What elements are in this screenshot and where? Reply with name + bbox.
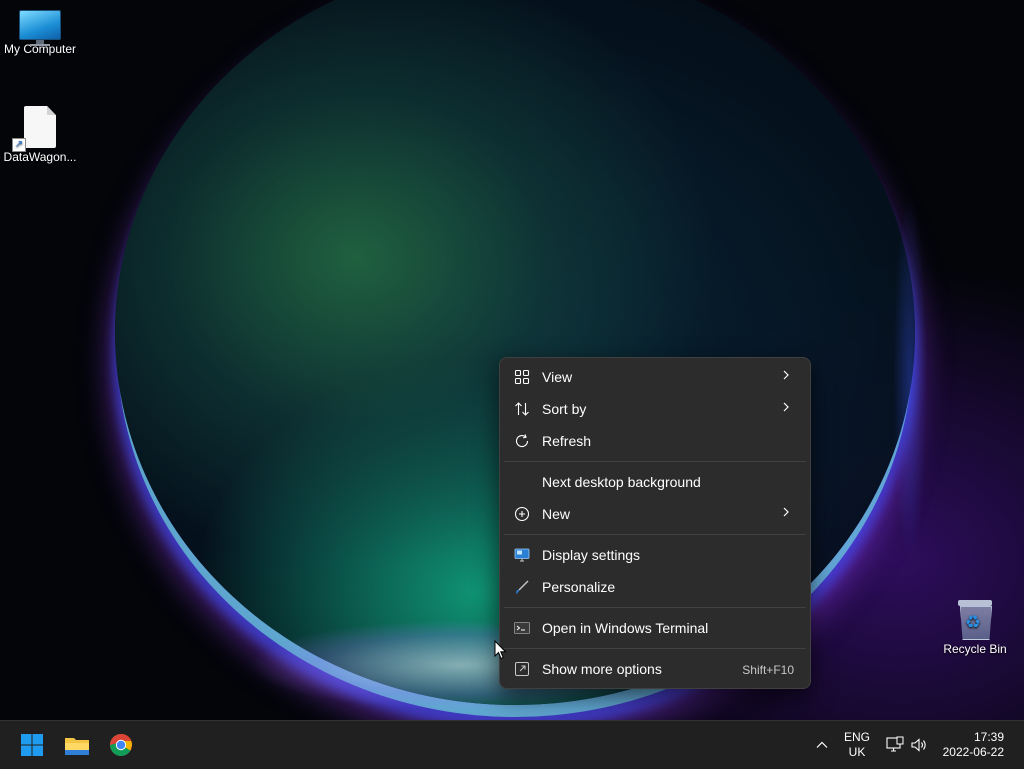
menu-item-personalize[interactable]: Personalize <box>504 572 806 602</box>
language-region: UK <box>848 745 866 759</box>
menu-separator <box>504 461 806 462</box>
menu-item-next-desktop-background[interactable]: Next desktop background <box>504 467 806 497</box>
windows-logo-icon <box>21 734 43 756</box>
menu-item-display-settings[interactable]: Display settings <box>504 540 806 570</box>
wallpaper-rim <box>880 120 940 640</box>
menu-item-sort-by[interactable]: Sort by <box>504 394 806 424</box>
network-icon[interactable] <box>886 736 904 754</box>
brush-icon <box>516 580 529 594</box>
chevron-right-icon <box>783 370 789 380</box>
menu-item-label: Refresh <box>542 433 592 449</box>
desktop-icon-datawagon[interactable]: ↗ DataWagon... <box>0 106 80 164</box>
menu-item-label: New <box>542 506 571 522</box>
chevron-up-icon[interactable] <box>814 737 830 753</box>
desktop-icon-my-computer[interactable]: My Computer <box>0 10 80 56</box>
chevron-right-icon <box>783 402 789 412</box>
menu-separator <box>504 534 806 535</box>
menu-item-label: Show more options <box>542 661 662 677</box>
start-button[interactable] <box>14 727 50 763</box>
menu-separator <box>504 607 806 608</box>
desktop-icon-recycle-bin[interactable]: ♻ Recycle Bin <box>935 598 1015 656</box>
menu-item-new[interactable]: New <box>504 499 806 529</box>
clock[interactable]: 17:39 2022-06-22 <box>936 730 1012 760</box>
clock-time: 17:39 <box>973 730 1004 744</box>
shortcut-arrow-icon: ↗ <box>12 138 26 152</box>
grid-icon <box>514 369 530 385</box>
menu-item-refresh[interactable]: Refresh <box>504 426 806 456</box>
desktop-icon-label: Recycle Bin <box>943 642 1007 656</box>
menu-item-label: Open in Windows Terminal <box>542 620 709 636</box>
volume-icon[interactable] <box>910 736 928 754</box>
sort-icon <box>515 402 529 416</box>
mouse-cursor-icon <box>494 640 507 660</box>
desktop-context-menu: View Sort by Refresh Next desktop backgr… <box>499 357 811 689</box>
file-explorer-button[interactable] <box>59 727 95 763</box>
desktop-icon-label: DataWagon... <box>3 150 77 164</box>
chevron-right-icon <box>783 507 789 517</box>
menu-item-label: Sort by <box>542 401 587 417</box>
menu-item-label: Next desktop background <box>542 474 701 490</box>
monitor-icon <box>19 10 61 46</box>
chrome-button[interactable] <box>103 727 139 763</box>
chrome-icon <box>110 733 132 756</box>
menu-item-open-windows-terminal[interactable]: Open in Windows Terminal <box>504 613 806 643</box>
refresh-icon <box>515 434 529 448</box>
menu-item-show-more-options[interactable]: Show more options Shift+F10 <box>504 654 806 684</box>
menu-item-label: View <box>542 369 573 385</box>
language-indicator[interactable]: ENG UK <box>838 730 876 760</box>
folder-icon <box>65 738 89 755</box>
menu-item-view[interactable]: View <box>504 362 806 392</box>
menu-separator <box>504 648 806 649</box>
clock-date: 2022-06-22 <box>942 745 1004 759</box>
more-options-icon <box>515 662 529 676</box>
menu-item-label: Personalize <box>542 579 616 595</box>
taskbar: ENG UK 17:39 2022-06-22 <box>0 720 1024 769</box>
plus-circle-icon <box>514 506 530 522</box>
display-icon <box>514 548 530 562</box>
terminal-icon <box>514 622 530 634</box>
language-code: ENG <box>843 730 870 744</box>
menu-item-label: Display settings <box>542 547 641 563</box>
document-icon <box>24 106 56 148</box>
shortcut-hint: Shift+F10 <box>742 663 794 677</box>
recycle-bin-icon: ♻ <box>957 598 993 640</box>
